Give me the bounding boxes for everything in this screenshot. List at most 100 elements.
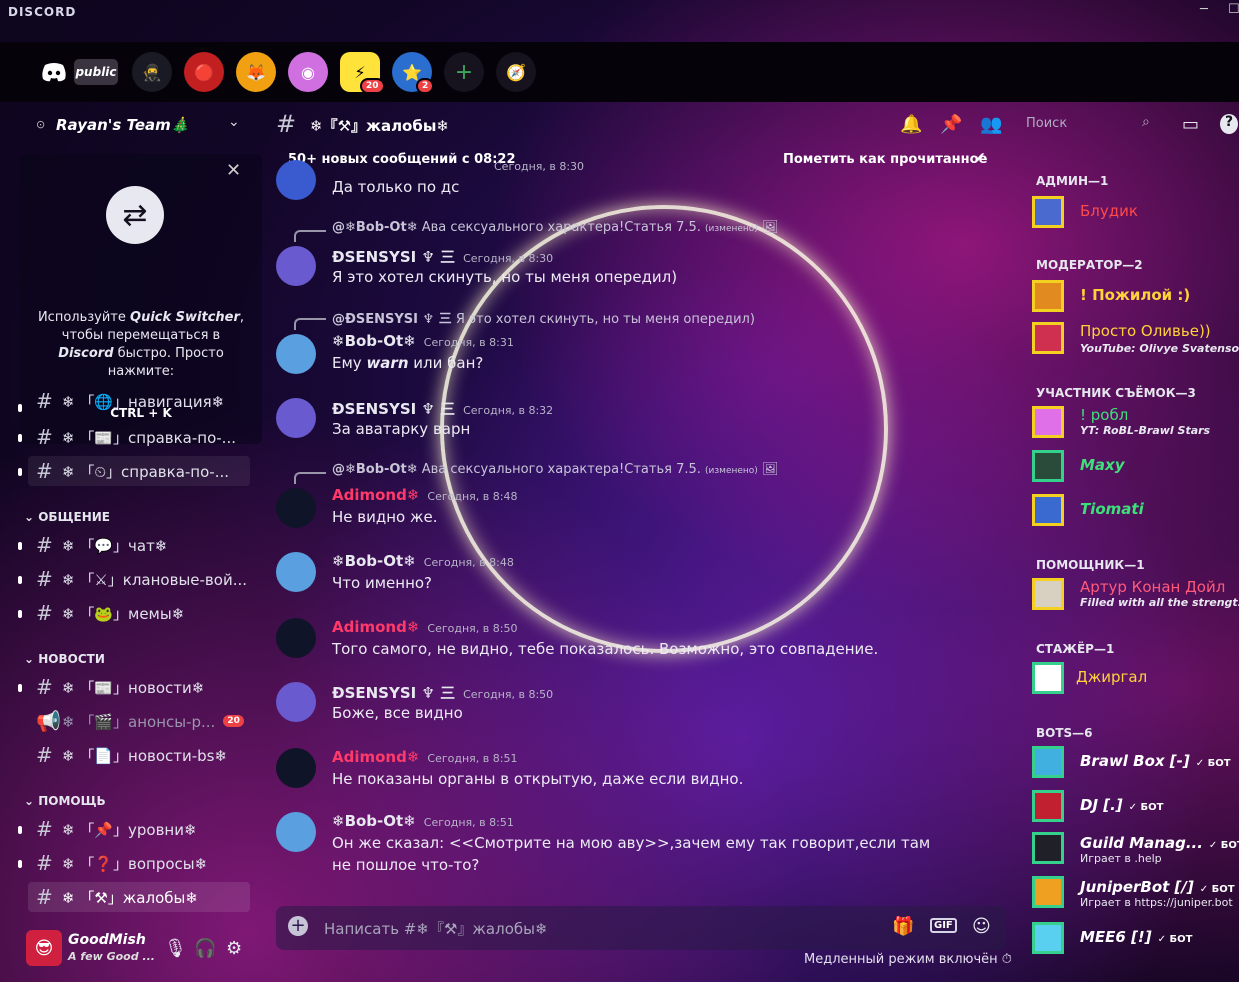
help-icon[interactable]: ?	[1220, 114, 1238, 134]
avatar[interactable]	[276, 160, 316, 200]
server-avatar-6[interactable]: ⭐ 2	[392, 52, 435, 94]
server-avatar-5[interactable]: ⚡ 20	[340, 52, 385, 94]
member-item[interactable]: MEE6 [!] ✓ БОТ	[1032, 922, 1239, 962]
chevron-down-icon[interactable]: ⌄	[228, 114, 240, 130]
member-item[interactable]: JuniperBot [/] ✓ БОТ Играет в https://jun…	[1032, 876, 1239, 916]
reply-preview[interactable]: @ĐSENSYSI ♆ 三 Я это хотел скинуть, но ты…	[332, 308, 755, 327]
reply-preview[interactable]: @❄Bob-Ot❄ Ава сексуального характера!Ста…	[332, 220, 778, 235]
message-author[interactable]: ĐSENSYSI ♆ 三 Сегодня, в 8:30	[332, 246, 553, 267]
author-name: ĐSENSYSI ♆ 三	[332, 248, 456, 266]
avatar[interactable]	[276, 618, 316, 658]
channel-levels[interactable]: # ❄ 「📌」уровни❄	[28, 814, 250, 844]
message-time: Сегодня, в 8:51	[423, 816, 514, 829]
member-item[interactable]: Guild Manag... ✓ БОТ Играет в .help	[1032, 832, 1239, 872]
server-avatar-2[interactable]: 🔴	[184, 52, 224, 92]
search-input[interactable]: Поиск ⌕	[1016, 110, 1172, 140]
member-item[interactable]: ! Пожилой :)	[1032, 280, 1239, 320]
member-item[interactable]: Просто Оливье)) YouTube: Olivye Svatenso…	[1032, 322, 1239, 362]
channel-questions[interactable]: # ❄ 「❓」вопросы❄	[28, 848, 250, 878]
close-icon[interactable]: ✕	[226, 160, 241, 181]
qs-text-bold: Quick Switcher	[130, 310, 240, 325]
category-news[interactable]: ⌄ НОВОСТИ	[24, 652, 105, 666]
avatar[interactable]	[276, 246, 316, 286]
channel-help-2[interactable]: # ❄ 「⏲」справка-по-...	[28, 456, 250, 486]
reply-preview[interactable]: @❄Bob-Ot❄ Ава сексуального характера!Ста…	[332, 462, 778, 477]
message-author[interactable]: ❄Bob-Ot❄ Сегодня, в 8:48	[332, 552, 514, 570]
member-name: MEE6 [!] ✓ БОТ	[1080, 928, 1192, 946]
category-help[interactable]: ⌄ ПОМОЩЬ	[24, 794, 106, 808]
server-name: Rayan's Team🎄	[56, 116, 190, 134]
microphone-icon[interactable]: 🎙	[164, 938, 187, 959]
channel-memes[interactable]: # ❄ 「🐸」мемы❄	[28, 598, 250, 628]
maximize-icon[interactable]: ☐	[1228, 2, 1239, 17]
bell-icon[interactable]: 🔔	[900, 114, 922, 135]
message-author[interactable]: ĐSENSYSI ♆ 三 Сегодня, в 8:32	[332, 398, 553, 419]
inbox-icon[interactable]: ▭	[1182, 114, 1199, 135]
category-general[interactable]: ⌄ ОБЩЕНИЕ	[24, 510, 110, 524]
avatar[interactable]	[276, 682, 316, 722]
member-name: Просто Оливье))	[1080, 322, 1211, 340]
hash-icon: #	[36, 459, 53, 483]
headphones-icon[interactable]: 🎧	[194, 938, 216, 959]
member-item[interactable]: ! робл YT: RoBL-Brawl Stars	[1032, 406, 1239, 446]
avatar[interactable]: 😎	[26, 930, 62, 966]
avatar	[1032, 578, 1064, 610]
message-author[interactable]: ❄Bob-Ot❄ Сегодня, в 8:31	[332, 332, 514, 350]
channel-clan-wars[interactable]: # ❄ 「⚔」клановые-вой...	[28, 564, 250, 594]
members-icon[interactable]: 👥	[980, 114, 1002, 135]
qs-text-pre: Используйте	[37, 310, 131, 325]
plus-icon[interactable]: +	[444, 52, 484, 92]
author-name: ĐSENSYSI ♆ 三	[332, 684, 456, 702]
home-discord-icon[interactable]	[34, 52, 74, 92]
channel-complaints[interactable]: # ❄ 「⚒」жалобы❄	[28, 882, 250, 912]
reply-author: @ĐSENSYSI ♆ 三	[332, 312, 452, 327]
member-item[interactable]: Джиргал	[1032, 662, 1239, 702]
bot-name: DJ [.]	[1080, 796, 1123, 814]
emoji-icon[interactable]: ☺	[972, 916, 991, 937]
avatar[interactable]	[276, 334, 316, 374]
member-item[interactable]: Tiomati	[1032, 494, 1239, 534]
message-author[interactable]: ❄Bob-Ot❄ Сегодня, в 8:51	[332, 812, 514, 830]
add-attachment-icon[interactable]: +	[288, 916, 308, 936]
member-item[interactable]: DJ [.] ✓ БОТ	[1032, 790, 1239, 830]
channel-news[interactable]: # ❄ 「📰」новости❄	[28, 672, 250, 702]
channel-news-bs[interactable]: # ❄ 「📄」новости-bs❄	[28, 740, 250, 770]
avatar[interactable]	[276, 812, 316, 852]
reply-text: Я это хотел скинуть, но ты меня опередил…	[455, 312, 755, 327]
member-item[interactable]: Артур Конан Дойл Filled with all the str…	[1032, 578, 1239, 618]
channel-help-1[interactable]: # ❄ 「📰」справка-по-...	[28, 422, 250, 452]
avatar	[1032, 662, 1064, 694]
gear-icon[interactable]: ⚙	[226, 938, 242, 959]
server-public[interactable]: public	[74, 59, 118, 85]
avatar[interactable]	[276, 552, 316, 592]
server-avatar-4[interactable]: ◉	[288, 52, 328, 92]
minimize-icon[interactable]: ─	[1200, 2, 1208, 17]
message-author[interactable]: Adimond❄ Сегодня, в 8:51	[332, 748, 517, 766]
channel-chat[interactable]: # ❄ 「💬」чат❄	[28, 530, 250, 560]
avatar[interactable]	[276, 398, 316, 438]
message-input[interactable]: Написать #❄『⚒』жалобы❄	[324, 918, 548, 939]
message-text: Ему warn или бан?	[332, 352, 972, 374]
member-item[interactable]: Блудик	[1032, 196, 1239, 236]
message-time: Сегодня, в 8:51	[427, 752, 518, 765]
message-author[interactable]: Adimond❄ Сегодня, в 8:48	[332, 486, 517, 504]
avatar[interactable]	[276, 488, 316, 528]
gift-icon[interactable]: 🎁	[892, 916, 914, 937]
channel-announcements[interactable]: 📢 ❄ 「🎬」анонсы-р... 20	[28, 706, 250, 736]
channel-navigation[interactable]: # ❄ 「🌐」навигация❄	[28, 390, 250, 412]
message: @ĐSENSYSI ♆ 三 Я это хотел скинуть, но ты…	[276, 308, 996, 374]
pin-icon[interactable]: 📌	[940, 114, 962, 135]
author-name: Adimond❄	[332, 748, 420, 766]
message-author[interactable]: ĐSENSYSI ♆ 三 Сегодня, в 8:50	[332, 682, 553, 703]
message: Сегодня, в 8:30 Да только по дс	[276, 160, 996, 200]
server-header[interactable]: ⊙ Rayan's Team🎄 ⌄	[0, 102, 262, 146]
member-item[interactable]: Brawl Box [-] ✓ БОТ	[1032, 746, 1239, 786]
server-avatar-1[interactable]: 🥷	[132, 52, 172, 92]
server-avatar-3[interactable]: 🦊	[236, 52, 276, 92]
member-item[interactable]: Maxy	[1032, 450, 1239, 490]
gif-icon[interactable]: GIF	[930, 918, 957, 933]
message-time: Сегодня, в 8:50	[463, 688, 554, 701]
compass-icon[interactable]: 🧭	[496, 52, 536, 92]
message-author[interactable]: Adimond❄ Сегодня, в 8:50	[332, 618, 517, 636]
avatar[interactable]	[276, 748, 316, 788]
